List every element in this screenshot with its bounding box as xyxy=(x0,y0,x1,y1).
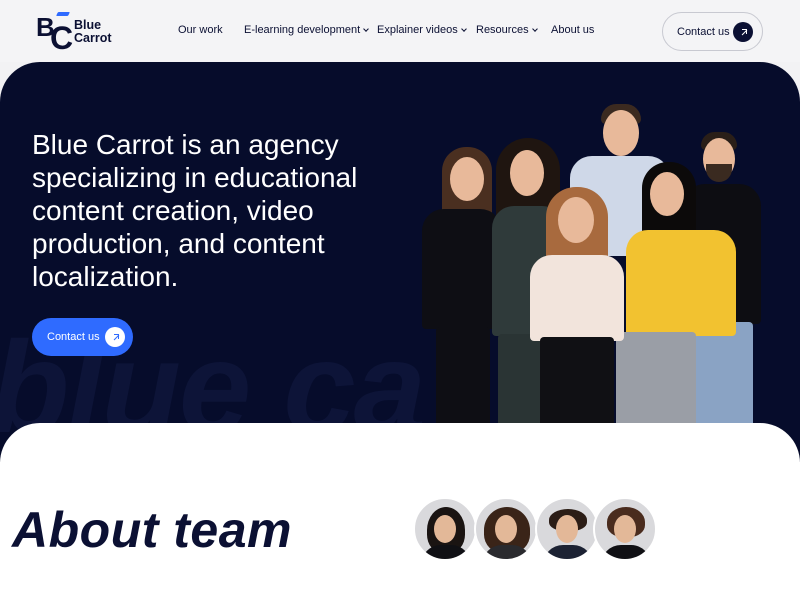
hero-contact-label: Contact us xyxy=(47,331,100,343)
nav-item-explainer-videos[interactable]: Explainer videos xyxy=(377,24,467,36)
avatar[interactable] xyxy=(593,497,657,561)
avatar[interactable] xyxy=(474,497,538,561)
nav-item-our-work[interactable]: Our work xyxy=(178,24,223,36)
chevron-down-icon xyxy=(460,25,467,32)
nav-item-label: E-learning development xyxy=(244,24,361,36)
contact-button-label: Contact us xyxy=(677,25,730,38)
nav-item-resources[interactable]: Resources xyxy=(476,24,538,36)
nav-item-label: Explainer videos xyxy=(377,24,458,36)
site-header: B C Blue Carrot Our work E-learning deve… xyxy=(0,0,800,62)
nav-item-e-learning-development[interactable]: E-learning development xyxy=(244,24,370,36)
nav-item-label: About us xyxy=(551,24,595,36)
arrow-up-right-icon xyxy=(105,327,125,347)
nav-item-label: Our work xyxy=(178,24,223,36)
logo-mark-icon: B C xyxy=(36,12,74,56)
about-team-section: About team xyxy=(0,423,800,600)
chevron-down-icon xyxy=(363,25,370,32)
team-photo xyxy=(412,102,800,462)
nav-item-label: Resources xyxy=(476,24,529,36)
avatar[interactable] xyxy=(535,497,599,561)
brand-name: Blue Carrot xyxy=(74,19,112,45)
chevron-down-icon xyxy=(531,25,538,32)
brand-logo[interactable]: B C Blue Carrot xyxy=(36,10,126,54)
hero-headline: Blue Carrot is an agency specializing in… xyxy=(32,129,358,292)
hero-contact-button[interactable]: Contact us xyxy=(32,318,133,356)
nav-item-about-us[interactable]: About us xyxy=(551,24,594,36)
about-team-title: About team xyxy=(12,502,292,558)
arrow-up-right-icon xyxy=(733,22,753,42)
hero-section: blue ca Blue Carrot is an agency special… xyxy=(0,62,800,462)
header-contact-button[interactable]: Contact us xyxy=(662,12,763,51)
brand-name-line2: Carrot xyxy=(74,31,112,45)
avatar[interactable] xyxy=(413,497,477,561)
